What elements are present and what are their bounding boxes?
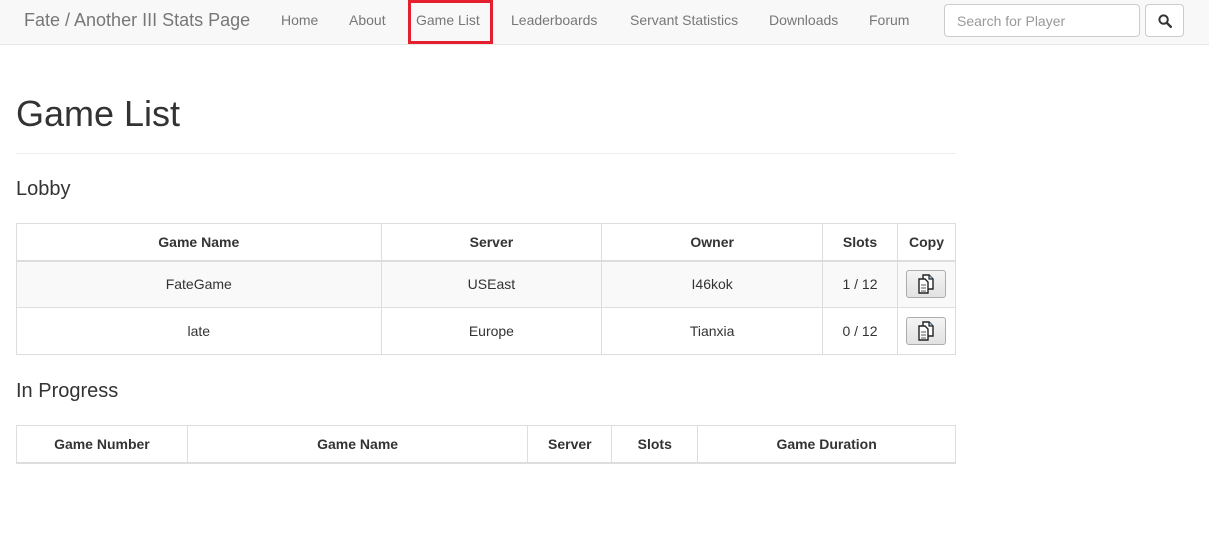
player-search-input[interactable] — [944, 4, 1140, 37]
col-slots[interactable]: Slots — [822, 223, 898, 262]
col-game-number[interactable]: Game Number — [16, 425, 188, 464]
nav-about[interactable]: About — [349, 0, 386, 41]
page-title: Game List — [16, 93, 181, 134]
cell-copy — [896, 307, 957, 355]
cell-owner: I46kok — [601, 260, 824, 308]
cell-slots: 0 / 12 — [822, 307, 898, 355]
copy-button[interactable] — [906, 270, 947, 299]
lobby-table: Game Name Server Owner Slots Copy FateGa… — [16, 223, 957, 355]
navbar: Fate / Another III Stats Page Home About… — [0, 0, 1209, 45]
copy-icon — [918, 274, 935, 294]
col-slots[interactable]: Slots — [611, 425, 699, 464]
in-progress-header-row: Game Number Game Name Server Slots Game … — [16, 425, 956, 464]
search-icon — [1157, 13, 1172, 28]
lobby-header-row: Game Name Server Owner Slots Copy — [16, 223, 957, 262]
copy-button[interactable] — [906, 317, 947, 345]
title-divider — [16, 153, 956, 154]
table-row: late Europe Tianxia 0 / 12 — [16, 307, 957, 355]
col-copy: Copy — [896, 223, 957, 262]
cell-copy — [896, 260, 957, 308]
in-progress-table: Game Number Game Name Server Slots Game … — [16, 425, 956, 464]
active-tab-highlight — [408, 0, 493, 44]
nav-leaderboards[interactable]: Leaderboards — [511, 0, 597, 41]
col-server[interactable]: Server — [527, 425, 613, 464]
in-progress-heading: In Progress — [16, 380, 119, 402]
search-button[interactable] — [1145, 4, 1184, 37]
nav-forum[interactable]: Forum — [869, 0, 909, 41]
brand-link[interactable]: Fate / Another III Stats Page — [24, 0, 250, 41]
col-game-name[interactable]: Game Name — [186, 425, 529, 464]
cell-owner: Tianxia — [601, 307, 824, 355]
col-owner[interactable]: Owner — [601, 223, 824, 262]
lobby-heading: Lobby — [16, 178, 71, 200]
cell-server: USEast — [380, 260, 603, 308]
col-server[interactable]: Server — [380, 223, 603, 262]
table-row: FateGame USEast I46kok 1 / 12 — [16, 260, 957, 308]
cell-game-name: FateGame — [16, 260, 382, 308]
copy-icon — [918, 321, 935, 341]
nav-downloads[interactable]: Downloads — [769, 0, 838, 41]
cell-game-name: late — [16, 307, 382, 355]
nav-servant-statistics[interactable]: Servant Statistics — [630, 0, 738, 41]
col-game-name[interactable]: Game Name — [16, 223, 382, 262]
cell-slots: 1 / 12 — [822, 260, 898, 308]
col-game-duration[interactable]: Game Duration — [697, 425, 956, 464]
nav-home[interactable]: Home — [281, 0, 318, 41]
cell-server: Europe — [380, 307, 603, 355]
